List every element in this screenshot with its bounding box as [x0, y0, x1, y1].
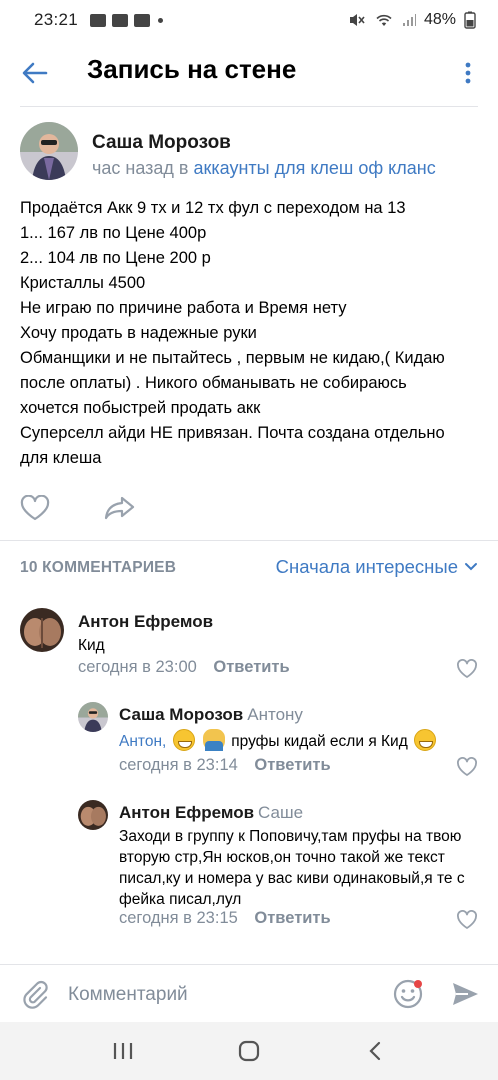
comment-mention[interactable]: Антон, — [119, 733, 166, 750]
post-line: Хочу продать в надежные руки — [20, 324, 257, 342]
section-divider — [0, 540, 498, 541]
battery-percent: 48% — [423, 11, 456, 28]
notification-icons — [90, 13, 164, 27]
battery-icon — [464, 11, 476, 29]
avatar-image-icon — [78, 800, 108, 830]
comment-avatar[interactable] — [20, 608, 64, 652]
home-button[interactable] — [229, 1031, 269, 1071]
page-title: Запись на стене — [87, 54, 297, 84]
more-vertical-icon — [465, 62, 471, 84]
emoji-sticker-icon[interactable] — [392, 978, 424, 1010]
post-line: после оплаты) . Никого обманывать не соб… — [20, 374, 407, 392]
status-bar: 23:21 48% — [0, 0, 498, 40]
comment-text: Заходи в группу к Поповичу,там пруфы на … — [119, 826, 465, 910]
reply-button[interactable]: Ответить — [254, 909, 330, 927]
post-line: Обманщики и не пытайтесь , первым не кид… — [20, 349, 445, 367]
comment-footer: сегодня в 23:14 Ответить — [119, 756, 331, 775]
comment-text: Кид — [78, 637, 105, 654]
post-meta: час назад в аккаунты для клеш оф кланс — [92, 158, 436, 179]
avatar-image-icon — [20, 122, 78, 180]
comment-like-heart-icon[interactable] — [456, 659, 478, 679]
recent-apps-icon — [113, 1043, 133, 1059]
comment-reply-to[interactable]: Антону — [247, 705, 303, 724]
grinning-emoji-icon — [172, 729, 195, 751]
comment-line: писал,ку и номера у вас киви одинаковый,… — [119, 870, 465, 887]
post-line: 1... 167 лв по Цене 400р — [20, 224, 207, 242]
comment-footer: сегодня в 23:00 Ответить — [78, 658, 290, 677]
comment-item: Антон Ефремов Кид сегодня в 23:00 Ответи… — [0, 606, 498, 684]
comment-time: сегодня в 23:15 — [119, 909, 238, 927]
post-line: Кристаллы 4500 — [20, 274, 146, 292]
reply-button[interactable]: Ответить — [213, 658, 289, 676]
comment-author[interactable]: Антон Ефремов — [78, 612, 213, 632]
header-divider — [20, 106, 478, 107]
post-author-avatar[interactable] — [20, 122, 78, 180]
grinning-emoji-icon — [414, 729, 437, 751]
status-time: 23:21 — [34, 10, 79, 29]
mute-icon — [349, 14, 365, 26]
chevron-down-icon — [465, 563, 477, 571]
youtube-notification-icon-2 — [134, 13, 151, 27]
post-line: Суперселл айди НЕ привязан. Почта создан… — [20, 424, 445, 442]
facepalm-emoji-icon — [202, 729, 225, 751]
comment-like-heart-icon[interactable] — [456, 910, 478, 930]
comment-line: вторую стр,Ян юсков,он точно такой же те… — [119, 849, 445, 866]
comment-footer: сегодня в 23:15 Ответить — [119, 909, 331, 928]
comment-author[interactable]: Антон Ефремов — [119, 803, 254, 822]
gallery-notification-icon — [90, 13, 107, 27]
comment-avatar[interactable] — [78, 702, 108, 732]
post-text: Продаётся Акк 9 тх и 12 тх фул с переход… — [20, 196, 480, 471]
comments-count: 10 КОММЕНТАРИЕВ — [20, 559, 177, 576]
comment-reply-item: Саша Морозов Антону Антон, пруфы кидай ес… — [0, 700, 498, 782]
comments-sort-label: Сначала интересные — [275, 556, 458, 577]
comment-avatar[interactable] — [78, 800, 108, 830]
comments-header: 10 КОММЕНТАРИЕВ Сначала интересные — [20, 556, 478, 582]
more-options-button[interactable] — [456, 56, 480, 90]
comment-line: фейка писал,лул — [119, 891, 242, 908]
back-button[interactable] — [18, 56, 52, 90]
like-heart-icon[interactable] — [20, 495, 50, 521]
post-line: Не играю по причине работа и Время нету — [20, 299, 347, 317]
more-notifications-dot-icon — [158, 17, 164, 23]
comment-like-heart-icon[interactable] — [456, 757, 478, 777]
comment-input-bar — [0, 964, 498, 1022]
chevron-left-icon — [369, 1041, 381, 1061]
comment-time: сегодня в 23:00 — [78, 658, 197, 676]
share-arrow-icon[interactable] — [104, 495, 136, 521]
system-nav-bar — [0, 1022, 498, 1080]
post-line: Продаётся Акк 9 тх и 12 тх фул с переход… — [20, 199, 406, 217]
comment-author[interactable]: Саша Морозов — [119, 705, 243, 724]
recent-apps-button[interactable] — [103, 1031, 143, 1071]
app-header: Запись на стене — [0, 40, 498, 106]
post-line: 2... 104 лв по Цене 200 р — [20, 249, 211, 267]
post-line: для клеша — [20, 449, 102, 467]
home-icon — [238, 1040, 260, 1062]
comment-input[interactable] — [68, 981, 368, 1009]
post-line: хочется побыстрей продать акк — [20, 399, 261, 417]
comment-reply-item: Антон Ефремов Саше Заходи в группу к Попо… — [0, 798, 498, 934]
post-actions — [20, 490, 136, 526]
comment-line: Заходи в группу к Поповичу,там пруфы на … — [119, 828, 462, 845]
avatar-image-icon — [78, 702, 108, 732]
send-arrow-icon[interactable] — [450, 979, 480, 1009]
reply-button[interactable]: Ответить — [254, 756, 330, 774]
comment-time: сегодня в 23:14 — [119, 756, 238, 774]
attach-paperclip-icon[interactable] — [20, 979, 50, 1009]
post-time: час назад в — [92, 158, 189, 178]
wifi-icon — [376, 14, 392, 26]
comments-sort-button[interactable]: Сначала интересные — [276, 556, 478, 578]
post-author-block: Саша Морозов час назад в аккаунты для кл… — [20, 122, 478, 186]
comment-reply-to[interactable]: Саше — [258, 803, 303, 822]
avatar-image-icon — [20, 608, 64, 652]
comment-author-line: Антон Ефремов Саше — [119, 803, 303, 823]
post-author-name[interactable]: Саша Морозов — [92, 132, 231, 154]
arrow-left-icon — [22, 62, 48, 84]
comment-author-line: Саша Морозов Антону — [119, 705, 303, 725]
youtube-notification-icon — [112, 13, 129, 27]
post-group-link[interactable]: аккаунты для клеш оф кланс — [193, 158, 435, 178]
comment-text: пруфы кидай если я Кид — [231, 733, 408, 750]
comment-text-line: Антон, пруфы кидай если я Кид — [119, 729, 438, 752]
signal-icon — [402, 14, 416, 26]
system-back-button[interactable] — [355, 1031, 395, 1071]
